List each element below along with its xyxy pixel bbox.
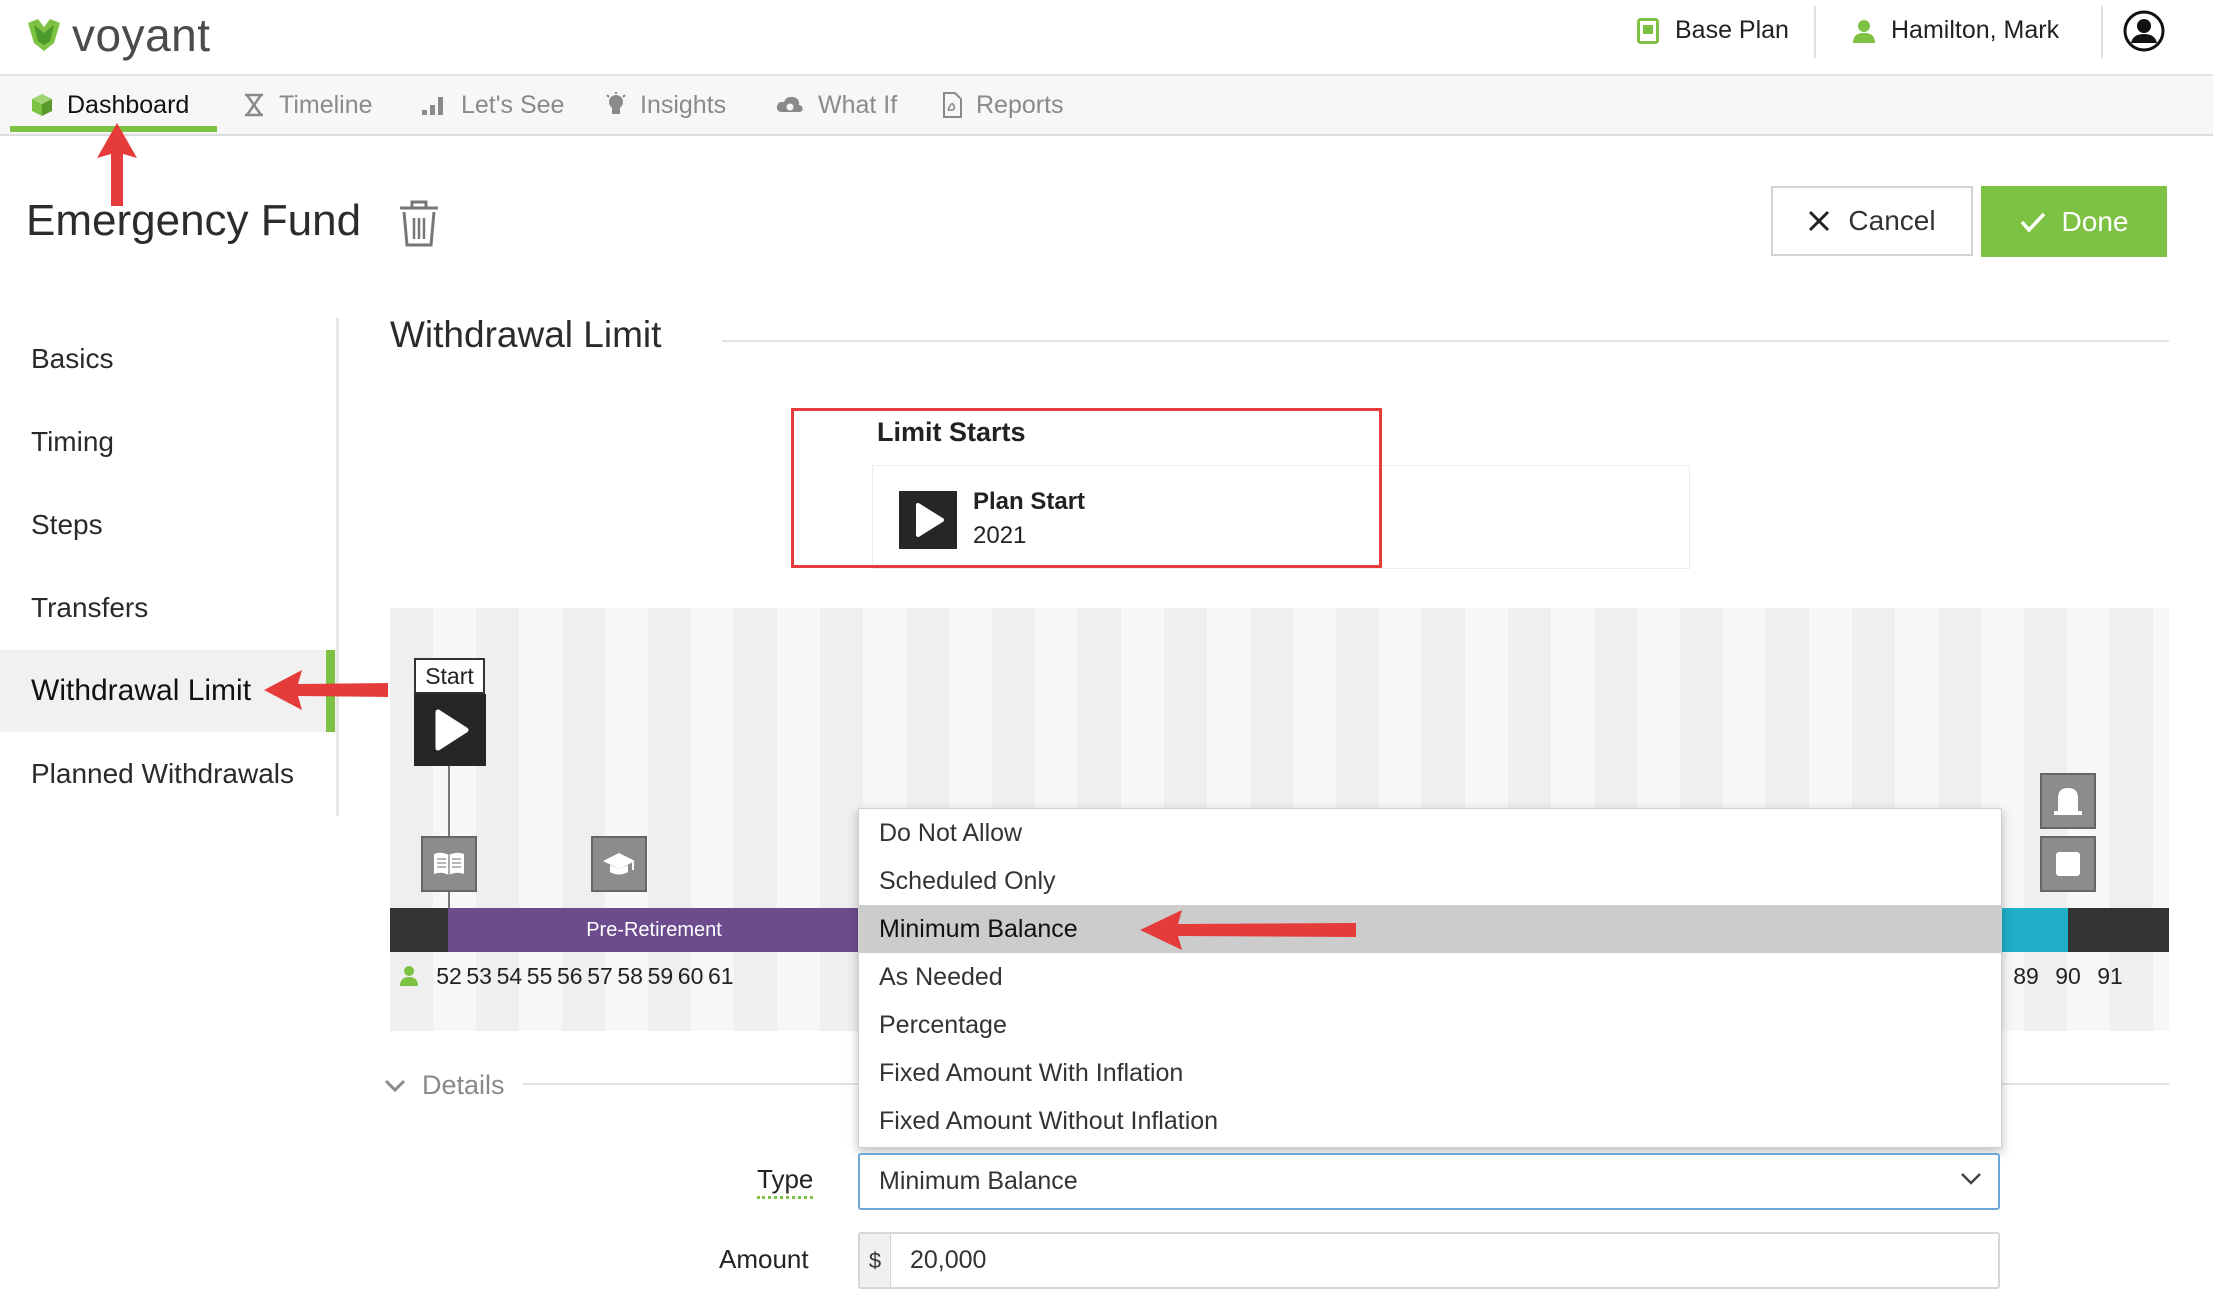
voyant-logo-icon [28, 19, 60, 51]
checkmark-icon [2020, 212, 2045, 233]
timeline-age-label: 91 [2097, 963, 2123, 989]
top-bar: voyant Base Plan Hamilton, Mark [0, 0, 2213, 76]
timeline-age-label: 61 [708, 963, 734, 989]
sidebar-divider [336, 318, 339, 816]
user-name: Hamilton, Mark [1891, 16, 2060, 44]
topbar-divider [1814, 6, 1816, 58]
tab-lets-see[interactable]: Let's See [421, 76, 564, 134]
cancel-button-label: Cancel [1848, 205, 1936, 236]
user-icon [1853, 19, 1875, 43]
amount-input[interactable] [858, 1232, 2000, 1289]
account-button[interactable] [2123, 10, 2165, 52]
tab-dashboard-label: Dashboard [67, 90, 190, 119]
timeline-event-graduation[interactable] [591, 836, 647, 892]
annotation-arrow-left [264, 670, 388, 710]
annotation-arrow-up [97, 123, 137, 206]
details-toggle[interactable]: Details [384, 1070, 505, 1101]
timeline-event-end-of-life[interactable] [2040, 773, 2096, 829]
sidebar-item-basics[interactable]: Basics [0, 318, 336, 400]
bar-chart-icon [422, 97, 443, 115]
cancel-button[interactable]: Cancel [1771, 186, 1973, 256]
stop-icon [2056, 852, 2080, 876]
timeline-event-education[interactable] [421, 836, 477, 892]
sidebar-item-timing[interactable]: Timing [0, 401, 336, 483]
dropdown-option[interactable]: Percentage [859, 1001, 2001, 1049]
plan-icon [1637, 17, 1659, 44]
lightbulb-icon [606, 92, 626, 114]
delete-button[interactable] [396, 198, 442, 248]
timeline-age-label: 90 [2055, 963, 2081, 989]
annotation-highlight-box [791, 408, 1382, 568]
topbar-divider [2101, 6, 2103, 58]
type-dropdown-list: Do Not Allow Scheduled Only Minimum Bala… [858, 808, 2002, 1148]
type-select[interactable]: Minimum Balance [858, 1153, 2000, 1210]
user-menu[interactable]: Hamilton, Mark [1853, 16, 2059, 45]
account-circle-icon [2123, 10, 2165, 52]
done-button-label: Done [2061, 205, 2129, 237]
pdf-icon [943, 92, 962, 118]
tab-timeline-label: Timeline [279, 90, 373, 119]
details-label: Details [422, 1070, 505, 1100]
cloud-gear-icon [776, 96, 803, 112]
tombstone-icon [2054, 788, 2082, 815]
play-icon [435, 709, 469, 751]
details-divider [523, 1083, 859, 1085]
amount-label: Amount [719, 1244, 809, 1274]
tab-insights-label: Insights [640, 90, 727, 119]
chevron-down-icon [384, 1079, 406, 1092]
timeline-column [2153, 608, 2169, 1031]
page-title: Emergency Fund [26, 196, 362, 245]
logo-text: voyant [72, 9, 211, 61]
graduation-cap-icon [603, 853, 635, 875]
timeline-column [820, 608, 863, 1031]
chevron-down-icon [1960, 1172, 1982, 1186]
tab-timeline[interactable]: Timeline [243, 76, 373, 134]
type-label: Type [757, 1164, 814, 1199]
close-icon [1809, 210, 1830, 232]
tab-reports-label: Reports [976, 90, 1064, 119]
timeline-event-stop[interactable] [2040, 836, 2096, 892]
dropdown-option[interactable]: Scheduled Only [859, 857, 2001, 905]
tab-what-if[interactable]: What If [776, 76, 897, 134]
hourglass-icon [245, 93, 263, 117]
timeline-start-label: Start [414, 658, 485, 694]
tab-lets-see-label: Let's See [461, 90, 565, 119]
timeline-column [777, 608, 820, 1031]
sidebar-item-planned-withdrawals[interactable]: Planned Withdrawals [0, 733, 336, 815]
sidebar-item-transfers[interactable]: Transfers [0, 567, 336, 649]
plan-label: Base Plan [1675, 16, 1789, 44]
section-divider [722, 340, 2169, 342]
timeline-phase-pre-retirement[interactable]: Pre-Retirement [448, 908, 860, 952]
dropdown-option[interactable]: Do Not Allow [859, 809, 2001, 857]
done-button[interactable]: Done [1981, 186, 2167, 257]
timeline-person-icon [400, 966, 418, 986]
currency-prefix: $ [860, 1234, 891, 1287]
main-nav: Dashboard Timeline Let's See Insights Wh… [0, 76, 2213, 136]
voyant-logo[interactable]: voyant [24, 8, 211, 62]
timeline-age-label: 89 [2013, 963, 2039, 989]
plan-selector[interactable]: Base Plan [1637, 16, 1789, 45]
cube-icon [32, 94, 52, 116]
amount-value: 20,000 [910, 1246, 987, 1274]
dropdown-option[interactable]: Fixed Amount With Inflation [859, 1049, 2001, 1097]
details-divider [1998, 1083, 2169, 1085]
dropdown-option[interactable]: Fixed Amount Without Inflation [859, 1097, 2001, 1145]
tab-reports[interactable]: Reports [942, 76, 1064, 134]
tab-what-if-label: What If [818, 90, 898, 119]
sidebar-item-steps[interactable]: Steps [0, 484, 336, 566]
trash-icon [400, 200, 438, 247]
dropdown-option[interactable]: As Needed [859, 953, 2001, 1001]
timeline-start-marker[interactable] [414, 694, 486, 766]
section-title: Withdrawal Limit [390, 314, 662, 355]
dropdown-option-selected[interactable]: Minimum Balance [859, 905, 2001, 953]
tab-insights[interactable]: Insights [606, 76, 726, 134]
annotation-arrow-left [1140, 910, 1356, 950]
book-icon [434, 852, 464, 875]
